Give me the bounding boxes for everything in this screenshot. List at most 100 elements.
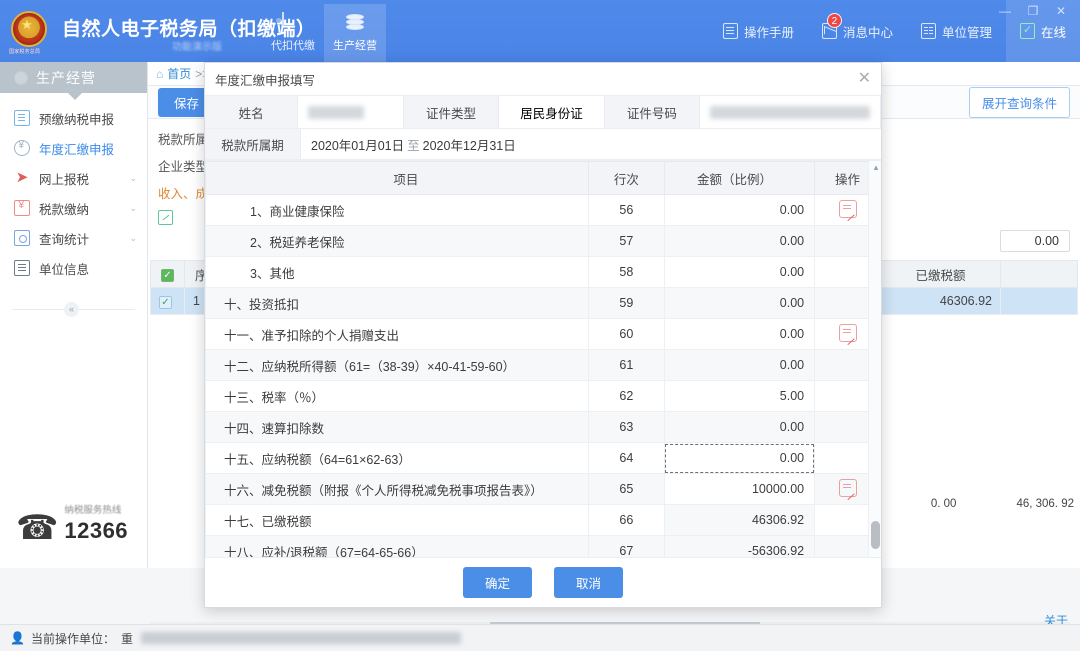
- table-row[interactable]: 十六、减免税额（附报《个人所得税减免税事项报告表》） 65 10000.00: [205, 473, 881, 505]
- row-line: 65: [587, 473, 665, 505]
- header-item-manual[interactable]: 操作手册: [709, 0, 808, 62]
- annual-declaration-dialog: 年度汇缴申报填写 ✕ 姓名 证件类型 居民身份证 证件号码 税款所属期 2020…: [204, 62, 882, 608]
- message-badge: 2: [826, 13, 842, 28]
- sidebar-title: 生产经营: [36, 69, 96, 86]
- period-at: 至: [407, 138, 420, 153]
- table-row[interactable]: 十七、已缴税额 66 46306.92: [205, 504, 881, 536]
- dialog-header: 年度汇缴申报填写 ✕: [205, 63, 881, 96]
- row-checkbox-cell[interactable]: ✓: [150, 287, 185, 315]
- row-amount[interactable]: 46306.92: [663, 504, 816, 536]
- close-icon[interactable]: ✕: [858, 71, 871, 87]
- table-row[interactable]: 十四、速算扣除数 63 0.00: [205, 411, 881, 443]
- dialog-scrollbar-thumb[interactable]: [871, 521, 880, 549]
- row-item: 十二、应纳税所得额（61=（38-39）×40-41-59-60）: [205, 349, 589, 381]
- restore-icon[interactable]: ❐: [1020, 2, 1046, 20]
- row-amount[interactable]: 0.00: [663, 225, 816, 257]
- inline-edit-icon[interactable]: [158, 209, 173, 225]
- clipboard-icon: [14, 110, 30, 126]
- header-item-messages[interactable]: 2 消息中心: [808, 0, 907, 62]
- table-row[interactable]: 十五、应纳税额（64=61×62-63） 64 0.00: [205, 442, 881, 474]
- confirm-button[interactable]: 确定: [462, 567, 532, 598]
- scroll-up-arrow-icon[interactable]: ▲: [872, 163, 880, 172]
- row-line: 64: [587, 442, 665, 474]
- row-line: 58: [587, 256, 665, 288]
- table-row[interactable]: 十八、应补/退税额（67=64-65-66） 67 -56306.92: [205, 535, 881, 557]
- row-line: 61: [587, 349, 665, 381]
- row-item: 十一、准予扣除的个人捐赠支出: [205, 318, 589, 350]
- tax-service-hotline: ☎ 纳税服务热线 12366: [16, 500, 129, 545]
- form-label-company-type: 企业类型: [158, 160, 209, 174]
- user-icon: 👤: [10, 631, 25, 645]
- row-amount[interactable]: 5.00: [663, 380, 816, 412]
- plane-icon: ➤: [15, 169, 29, 186]
- row-amount[interactable]: 0.00: [663, 349, 816, 381]
- field-label-name: 姓名: [205, 96, 299, 128]
- table-row[interactable]: 2、税延养老保险 57 0.00: [205, 225, 881, 257]
- status-label: 当前操作单位：: [30, 631, 115, 646]
- mode-tab-withholding[interactable]: 代扣代缴: [262, 4, 324, 62]
- table-row[interactable]: 十三、税率（％） 62 5.00: [205, 380, 881, 412]
- row-amount[interactable]: 0.00: [663, 194, 816, 226]
- inline-value: 0.00: [1000, 230, 1070, 252]
- minimize-icon[interactable]: —: [992, 2, 1018, 20]
- sidebar-item-label: 预缴纳税申报: [39, 112, 115, 127]
- row-amount[interactable]: 10000.00: [663, 473, 816, 505]
- field-value-id-type: 居民身份证: [499, 96, 605, 128]
- query-icon: [14, 230, 30, 246]
- app-subtitle: 功能演示版: [172, 42, 222, 53]
- row-item: 十三、税率（％）: [205, 380, 589, 412]
- sidebar-item-company-info[interactable]: 单位信息: [0, 253, 147, 283]
- row-item: 十五、应纳税额（64=61×62-63）: [205, 442, 589, 474]
- close-icon[interactable]: ✕: [1048, 2, 1074, 20]
- title-bar: ★ 国家税务总局 自然人电子税务局（扣缴端） 功能演示版 代扣代缴 生产经营 操…: [0, 0, 1080, 62]
- chevron-down-icon: ⌄: [129, 202, 137, 213]
- dialog-title: 年度汇缴申报填写: [215, 73, 316, 88]
- collapse-sidebar-icon[interactable]: «: [64, 302, 79, 317]
- dialog-vertical-scrollbar[interactable]: ▲: [868, 161, 881, 557]
- row-amount[interactable]: 0.00: [663, 287, 816, 319]
- sidebar-collapse-row: «: [0, 299, 147, 319]
- row-amount[interactable]: -56306.92: [663, 535, 816, 557]
- row-amount-focused[interactable]: 0.00: [663, 442, 816, 474]
- edit-icon[interactable]: [838, 199, 857, 218]
- row-checkbox[interactable]: ✓: [159, 295, 172, 309]
- home-icon: ⌂: [156, 66, 164, 81]
- row-line: 56: [587, 194, 665, 226]
- table-row[interactable]: 3、其他 58 0.00: [205, 256, 881, 288]
- sidebar-item-query-statistics[interactable]: 查询统计 ⌄: [0, 223, 147, 253]
- sidebar-item-prepay-declaration[interactable]: 预缴纳税申报: [0, 103, 147, 133]
- cancel-button[interactable]: 取消: [554, 567, 624, 598]
- table-row[interactable]: 十一、准予扣除的个人捐赠支出 60 0.00: [205, 318, 881, 350]
- row-amount[interactable]: 0.00: [663, 411, 816, 443]
- edit-icon[interactable]: [838, 323, 857, 342]
- expand-query-button[interactable]: 展开查询条件: [968, 86, 1070, 118]
- edit-icon[interactable]: [838, 478, 857, 497]
- row-amount[interactable]: 0.00: [663, 318, 816, 350]
- sidebar-item-tax-payment[interactable]: 税款缴纳 ⌄: [0, 193, 147, 223]
- row-amount[interactable]: 0.00: [663, 256, 816, 288]
- select-all-checkbox[interactable]: ✓: [161, 268, 174, 282]
- sidebar-menu: 预缴纳税申报 年度汇缴申报 ➤ 网上报税 ⌄ 税款缴纳 ⌄ 查询统计: [0, 93, 147, 319]
- status-bar: 👤 当前操作单位： 重: [0, 624, 1080, 651]
- company-icon: [920, 23, 936, 39]
- list-icon: [14, 260, 30, 276]
- sidebar: 生产经营 预缴纳税申报 年度汇缴申报 ➤ 网上报税 ⌄ 税款缴纳 ⌄: [0, 62, 148, 568]
- online-check-icon: [1019, 22, 1035, 39]
- table-row[interactable]: 十二、应纳税所得额（61=（38-39）×40-41-59-60） 61 0.0…: [205, 349, 881, 381]
- declaration-table: 项目 行次 金额（比例） 操作 1、商业健康保险 56 0.00 2、税延养老保…: [205, 161, 881, 557]
- row-line: 59: [587, 287, 665, 319]
- mode-tab-business[interactable]: 生产经营: [324, 4, 386, 62]
- row-line: 60: [587, 318, 665, 350]
- field-label-id-number: 证件号码: [604, 96, 701, 128]
- table-row[interactable]: 1、商业健康保险 56 0.00: [205, 194, 881, 226]
- declaration-header-row: 项目 行次 金额（比例） 操作: [205, 161, 881, 195]
- breadcrumb-home[interactable]: 首页: [167, 65, 191, 82]
- row-line: 66: [587, 504, 665, 536]
- select-all-header: ✓: [150, 260, 185, 288]
- row-item: 十四、速算扣除数: [205, 411, 589, 443]
- hotline-number: 12366: [64, 518, 129, 543]
- table-row[interactable]: 十、投资抵扣 59 0.00: [205, 287, 881, 319]
- hotline-caption: 纳税服务热线: [64, 505, 122, 516]
- sidebar-item-online-filing[interactable]: ➤ 网上报税 ⌄: [0, 163, 147, 193]
- sidebar-item-annual-declaration[interactable]: 年度汇缴申报: [0, 133, 147, 163]
